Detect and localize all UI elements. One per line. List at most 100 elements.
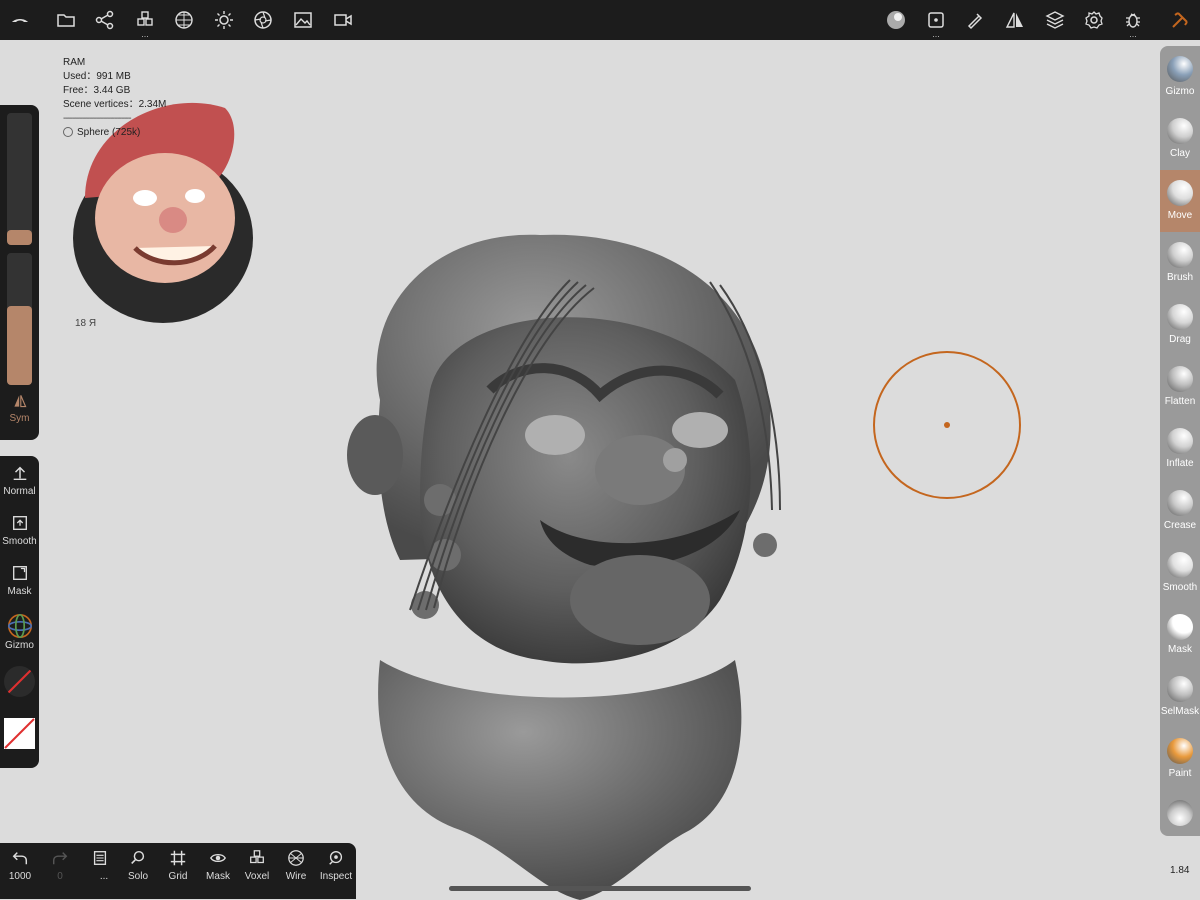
mask-box-icon [12, 566, 27, 580]
layers-icon[interactable] [1041, 6, 1069, 34]
scene-more: ... [99, 871, 109, 882]
pen-icon[interactable] [961, 6, 989, 34]
stats-object: Sphere (725k) [77, 127, 141, 138]
normal-label: Normal [3, 486, 36, 497]
intensity-slider[interactable] [7, 253, 32, 385]
image-icon[interactable] [289, 6, 317, 34]
intensity-slider-fill [7, 305, 32, 385]
aperture-icon[interactable] [249, 6, 277, 34]
voxel-cubes-icon[interactable]: ... [131, 6, 159, 39]
tool-crease[interactable]: Crease [1160, 480, 1200, 542]
left-tool-panel: Normal Smooth Mask Gizmo [0, 456, 39, 768]
light-icon[interactable] [210, 6, 238, 34]
tool-label: Paint [1168, 768, 1192, 779]
paint-brush-icon [1167, 738, 1193, 764]
tool-clay[interactable]: Clay [1160, 108, 1200, 170]
mask-view-label: Mask [206, 871, 230, 882]
inspect-label: Inspect [319, 871, 353, 882]
brush-cursor [873, 351, 1021, 499]
wire-button[interactable]: Wire [276, 849, 316, 882]
gizmo-button[interactable]: Gizmo [0, 612, 39, 651]
symmetry-icon[interactable] [1001, 6, 1029, 34]
redo-count: 0 [57, 871, 63, 882]
flatten-brush-icon [1167, 366, 1193, 392]
smooth-button[interactable]: Smooth [0, 514, 39, 547]
crease-brush-icon [1167, 490, 1193, 516]
more-dots: ... [141, 29, 149, 39]
video-icon[interactable] [329, 6, 357, 34]
smooth-label: Smooth [2, 536, 37, 547]
sculpt-mesh[interactable] [340, 190, 800, 900]
grid-sphere-icon[interactable] [170, 6, 198, 34]
zoom-readout: 1.84 [1170, 865, 1190, 876]
brush-slider-panel: Sym [0, 105, 39, 440]
tool-label: Smooth [1162, 582, 1198, 593]
tool-inflate[interactable]: Inflate [1160, 418, 1200, 480]
undo-button[interactable]: 1000 [0, 849, 40, 882]
tool-label: Brush [1166, 272, 1194, 283]
drag-brush-icon [1167, 304, 1193, 330]
normal-button[interactable]: Normal [0, 464, 39, 497]
none-slash-icon [5, 667, 34, 696]
mask-brush-icon [1167, 614, 1193, 640]
gizmo-label: Gizmo [5, 640, 34, 651]
radius-slider-fill [7, 230, 32, 245]
gizmo-icon [7, 613, 32, 639]
tool-move[interactable]: Move [1160, 170, 1200, 232]
tool-label: Inflate [1166, 458, 1194, 469]
redo-button[interactable]: 0 [40, 849, 80, 882]
voxel-button[interactable]: Voxel [237, 849, 277, 882]
mask-view-button[interactable]: Mask [198, 849, 238, 882]
search-icon [131, 850, 145, 864]
brush-brush-icon [1167, 242, 1193, 268]
sphere-icon [63, 127, 73, 138]
more-dots: ... [1129, 29, 1137, 39]
matcap-icon[interactable] [882, 6, 910, 34]
solo-button[interactable]: Solo [118, 849, 158, 882]
tool-brush[interactable]: Brush [1160, 232, 1200, 294]
sym-label: Sym [9, 413, 30, 424]
folder-icon[interactable] [52, 6, 80, 34]
settings-icon[interactable] [1080, 6, 1108, 34]
scene-icon [93, 851, 107, 865]
undo-count: 1000 [8, 871, 32, 882]
tool-gizmo[interactable]: Gizmo [1160, 46, 1200, 108]
stats-object-row[interactable]: Sphere (725k) [63, 126, 166, 140]
inspect-icon [329, 851, 343, 865]
grid-button[interactable]: Grid [158, 849, 198, 882]
tools-icon[interactable] [1166, 6, 1194, 34]
interaction-icon[interactable]: ... [922, 6, 950, 39]
home-indicator[interactable] [449, 886, 751, 891]
smooth-box-icon [12, 516, 27, 530]
color-swatch[interactable] [4, 718, 35, 749]
tool-flatten[interactable]: Flatten [1160, 356, 1200, 418]
tool-drag[interactable]: Drag [1160, 294, 1200, 356]
share-icon[interactable] [91, 6, 119, 34]
move-brush-icon [1167, 180, 1193, 206]
tool-smooth[interactable]: Smooth [1160, 542, 1200, 604]
bottom-toolbar: 1000 0 ... Solo Grid Mask Voxel Wire Ins… [0, 843, 356, 899]
right-tool-panel: Gizmo Clay Move Brush Drag Flatten Inflate Crea… [1160, 46, 1200, 836]
tool-label: Mask [1168, 644, 1192, 655]
sym-toggle[interactable]: Sym [0, 393, 39, 424]
radius-slider[interactable] [7, 113, 32, 245]
undo-icon [12, 852, 28, 865]
voxel-icon [250, 850, 264, 864]
tool-more[interactable] [1160, 790, 1200, 828]
stats-separator: ----------------------------- [63, 113, 132, 124]
gizmo-brush-icon [1167, 56, 1193, 82]
debug-icon[interactable]: ... [1119, 6, 1147, 39]
tool-mask[interactable]: Mask [1160, 604, 1200, 666]
grid-label: Grid [168, 871, 188, 882]
scene-button[interactable]: ... [80, 849, 120, 882]
tool-paint[interactable]: Paint [1160, 728, 1200, 790]
mask-button[interactable]: Mask [0, 564, 39, 597]
smooth-brush-icon [1167, 552, 1193, 578]
wire-icon [288, 850, 304, 866]
inspect-button[interactable]: Inspect [316, 849, 356, 882]
material-swatch[interactable] [4, 666, 35, 697]
logo-icon[interactable] [6, 6, 34, 34]
arrow-up-icon [13, 466, 26, 481]
solo-label: Solo [127, 871, 148, 882]
tool-selmask[interactable]: SelMask [1160, 666, 1200, 728]
